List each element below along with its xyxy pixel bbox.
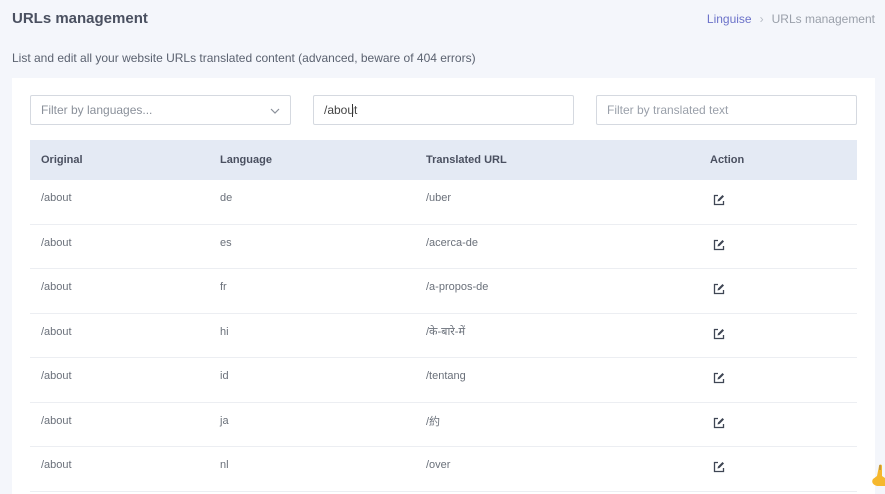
cell-original: /about	[41, 370, 72, 383]
edit-icon[interactable]	[713, 417, 725, 429]
cell-original: /about	[41, 325, 72, 338]
edit-icon[interactable]	[713, 283, 725, 295]
cell-language: es	[220, 236, 232, 249]
cell-language: nl	[220, 459, 229, 472]
cell-action	[699, 461, 857, 476]
cell-original: /about	[41, 459, 72, 472]
column-header-action: Action	[710, 154, 745, 166]
cell-original: /about	[41, 236, 72, 249]
cell-translated-url: /tentang	[426, 370, 466, 383]
cell-translated-url: /uber	[426, 192, 452, 205]
cell-language: de	[220, 192, 233, 205]
edit-icon[interactable]	[713, 239, 725, 251]
table-row: /about ja/約	[30, 403, 857, 447]
cell-original: /about	[41, 281, 72, 294]
cell-original: /about	[41, 414, 72, 427]
cell-language: fr	[220, 281, 227, 294]
language-filter-select[interactable]: Filter by languages...	[30, 95, 291, 125]
breadcrumb-separator: ›	[759, 12, 764, 26]
chevron-down-icon	[270, 105, 280, 115]
text-cursor	[352, 104, 353, 117]
page-title: URLs management	[12, 10, 148, 27]
edit-icon[interactable]	[713, 328, 725, 340]
hand-pointer-icon	[871, 464, 885, 486]
edit-icon[interactable]	[713, 461, 725, 473]
cell-action	[699, 328, 857, 343]
table-row: /about fr/a-propos-de	[30, 269, 857, 314]
cell-action	[699, 372, 857, 387]
table-row: /about es/acerca-de	[30, 225, 857, 269]
cell-language: id	[220, 370, 229, 383]
translated-text-filter-input[interactable]	[596, 95, 857, 125]
table-row: /about nl/over	[30, 447, 857, 492]
cell-action	[699, 239, 857, 254]
column-header-language: Language	[220, 154, 272, 166]
table-row: /about id/tentang	[30, 358, 857, 403]
page-description: List and edit all your website URLs tran…	[12, 51, 476, 65]
cell-translated-url: /a-propos-de	[426, 281, 489, 294]
cell-action	[699, 283, 857, 298]
table-row: /about hi/के-बारे-में	[30, 314, 857, 358]
cell-translated-url: /के-बारे-में	[426, 326, 466, 339]
cell-translated-url: /約	[426, 415, 441, 428]
table-body: /about de/uber/about es/acerca-de/about fr /…	[30, 180, 857, 492]
cell-original: /about	[41, 192, 72, 205]
cell-language: hi	[220, 325, 229, 338]
urls-card: Filter by languages... Original Language…	[12, 78, 875, 494]
cell-action	[699, 417, 857, 432]
breadcrumb-link-linguise[interactable]: Linguise	[707, 12, 752, 26]
breadcrumb: Linguise › URLs management	[707, 12, 875, 26]
column-header-original: Original	[41, 154, 83, 166]
column-header-translated-url: Translated URL	[426, 154, 507, 166]
cell-language: ja	[220, 414, 229, 427]
edit-icon[interactable]	[713, 194, 725, 206]
cell-action	[699, 194, 857, 209]
table-header: Original Language Translated URL Action	[30, 140, 857, 180]
cell-translated-url: /over	[426, 459, 451, 472]
edit-icon[interactable]	[713, 372, 725, 384]
table-row: /about de/uber	[30, 180, 857, 225]
language-filter-placeholder: Filter by languages...	[41, 103, 153, 117]
urls-table: Original Language Translated URL Action …	[30, 140, 857, 492]
breadcrumb-current: URLs management	[771, 12, 875, 26]
cell-translated-url: /acerca-de	[426, 236, 478, 249]
